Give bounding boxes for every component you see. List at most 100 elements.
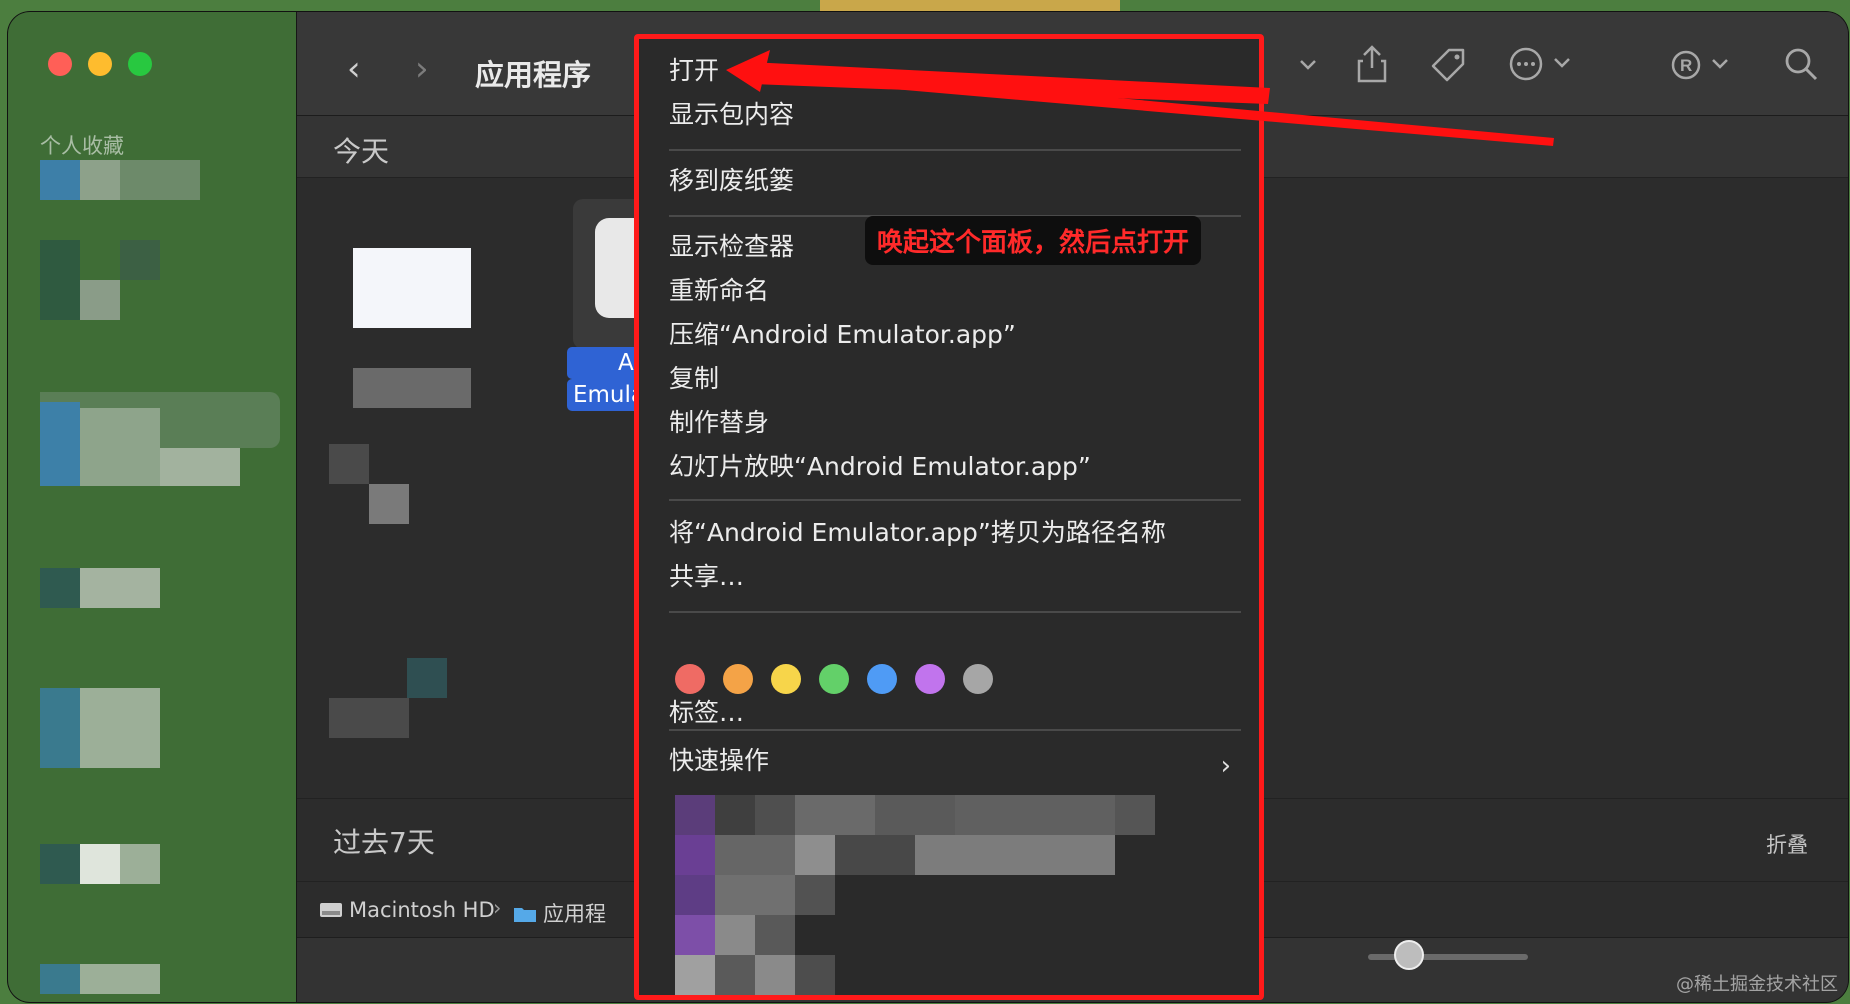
extension-r-icon[interactable]: R <box>1671 48 1737 87</box>
back-button[interactable]: ‹ <box>347 52 361 86</box>
zoom-window-button[interactable] <box>128 52 152 76</box>
path-separator: › <box>493 896 502 920</box>
watermark: @稀土掘金技术社区 <box>1676 974 1838 995</box>
annotation-label: 唤起这个面板，然后点打开 <box>865 216 1202 265</box>
quick-action-item-pixelated[interactable] <box>795 835 835 875</box>
more-actions-icon[interactable] <box>1509 46 1579 87</box>
quick-action-item-pixelated[interactable] <box>715 955 755 995</box>
section-label-today: 今天 <box>333 135 390 168</box>
icon-size-slider-knob[interactable] <box>1394 940 1424 970</box>
tag-color-blue[interactable] <box>867 664 897 694</box>
menu-item-show-package-contents[interactable]: 显示包内容 <box>669 99 794 131</box>
window-title: 应用程序 <box>475 58 592 92</box>
menu-item-copy-as-pathname[interactable]: 将“Android Emulator.app”拷贝为路径名称 <box>669 517 1166 549</box>
context-menu: 打开 显示包内容 移到废纸篓 显示检查器 重新命名 压缩“Android Emu… <box>634 34 1264 1000</box>
menu-item-quick-actions[interactable]: 快速操作 <box>669 745 769 777</box>
sidebar-item-pixelated[interactable] <box>80 408 160 486</box>
collapse-button[interactable]: 折叠 <box>1766 829 1808 859</box>
menu-item-make-alias[interactable]: 制作替身 <box>669 407 769 439</box>
file-thumbnail-pixelated[interactable] <box>353 248 471 328</box>
menu-item-move-to-trash[interactable]: 移到废纸篓 <box>669 165 794 197</box>
menu-item-slideshow[interactable]: 幻灯片放映“Android Emulator.app” <box>669 451 1091 483</box>
path-item-volume-label: Macintosh HD <box>349 898 495 922</box>
minimize-window-button[interactable] <box>88 52 112 76</box>
quick-action-item-pixelated[interactable] <box>755 955 795 995</box>
sidebar-item-pixelated[interactable] <box>120 240 160 280</box>
view-options-chevron-icon[interactable] <box>1297 52 1319 80</box>
file-label-pixelated <box>353 368 471 408</box>
tag-color-red[interactable] <box>675 664 705 694</box>
tag-color-purple[interactable] <box>915 664 945 694</box>
sidebar: 个人收藏 <box>8 12 296 1002</box>
section-label-past-7-days: 过去7天 <box>333 826 435 859</box>
sidebar-item-pixelated[interactable] <box>120 160 200 200</box>
forward-button[interactable]: › <box>415 52 429 86</box>
quick-action-item-pixelated[interactable] <box>715 875 795 915</box>
file-thumbnail-pixelated[interactable] <box>329 698 409 738</box>
sidebar-item-pixelated[interactable] <box>80 844 120 884</box>
wallpaper-strip <box>820 0 1120 12</box>
svg-text:R: R <box>1680 56 1692 75</box>
tag-color-green[interactable] <box>819 664 849 694</box>
quick-action-item-pixelated[interactable] <box>715 795 755 835</box>
sidebar-item-pixelated[interactable] <box>80 280 120 320</box>
sidebar-item-pixelated[interactable] <box>40 688 80 768</box>
tag-color-yellow[interactable] <box>771 664 801 694</box>
quick-action-item-pixelated[interactable] <box>675 955 715 995</box>
tag-icon[interactable] <box>1429 46 1469 91</box>
quick-action-item-pixelated[interactable] <box>835 835 915 875</box>
menu-item-share[interactable]: 共享… <box>669 561 744 593</box>
quick-action-item-pixelated[interactable] <box>955 795 1115 835</box>
quick-action-item-pixelated[interactable] <box>915 835 1115 875</box>
menu-separator <box>669 499 1241 501</box>
share-icon[interactable] <box>1355 44 1389 89</box>
quick-action-item-pixelated[interactable] <box>875 795 955 835</box>
sidebar-item-pixelated[interactable] <box>40 160 80 200</box>
quick-action-item-pixelated[interactable] <box>675 915 715 955</box>
file-thumbnail-pixelated[interactable] <box>407 658 447 698</box>
menu-item-compress[interactable]: 压缩“Android Emulator.app” <box>669 319 1016 351</box>
search-icon[interactable] <box>1783 46 1819 87</box>
hard-drive-icon <box>320 903 342 917</box>
sidebar-item-pixelated[interactable] <box>40 844 80 884</box>
sidebar-item-pixelated[interactable] <box>120 844 160 884</box>
tag-color-orange[interactable] <box>723 664 753 694</box>
quick-action-item-pixelated[interactable] <box>715 915 755 955</box>
folder-icon <box>514 908 536 922</box>
file-thumbnail-pixelated[interactable] <box>329 444 369 484</box>
icon-size-slider-track[interactable] <box>1368 954 1528 960</box>
menu-item-rename[interactable]: 重新命名 <box>669 275 769 307</box>
sidebar-item-pixelated[interactable] <box>80 688 160 768</box>
menu-separator <box>669 611 1241 613</box>
quick-action-item-pixelated[interactable] <box>795 875 835 915</box>
quick-action-item-pixelated[interactable] <box>675 835 715 875</box>
sidebar-item-pixelated[interactable] <box>160 448 240 486</box>
quick-action-item-pixelated[interactable] <box>755 795 795 835</box>
quick-action-item-pixelated[interactable] <box>675 795 715 835</box>
quick-action-item-pixelated[interactable] <box>1115 795 1155 835</box>
tag-color-gray[interactable] <box>963 664 993 694</box>
quick-action-item-pixelated[interactable] <box>755 915 795 955</box>
sidebar-item-pixelated[interactable] <box>80 568 160 608</box>
path-item-volume[interactable]: Macintosh HD <box>319 898 495 922</box>
menu-separator <box>669 729 1241 731</box>
quick-action-item-pixelated[interactable] <box>795 795 875 835</box>
path-item-folder[interactable]: 应用程 <box>513 898 606 928</box>
sidebar-item-pixelated[interactable] <box>40 402 80 486</box>
menu-item-duplicate[interactable]: 复制 <box>669 363 719 395</box>
sidebar-item-pixelated[interactable] <box>40 964 80 994</box>
file-thumbnail-pixelated[interactable] <box>369 484 409 524</box>
submenu-chevron-icon: › <box>1220 751 1231 781</box>
menu-item-tags[interactable]: 标签… <box>669 697 744 729</box>
sidebar-item-pixelated[interactable] <box>40 568 80 608</box>
quick-action-item-pixelated[interactable] <box>795 955 835 995</box>
quick-action-item-pixelated[interactable] <box>715 835 795 875</box>
menu-item-get-info[interactable]: 显示检查器 <box>669 231 794 263</box>
sidebar-item-pixelated[interactable] <box>80 964 160 994</box>
menu-item-open[interactable]: 打开 <box>669 55 719 87</box>
path-item-folder-label: 应用程 <box>543 902 606 926</box>
close-window-button[interactable] <box>48 52 72 76</box>
quick-action-item-pixelated[interactable] <box>675 875 715 915</box>
sidebar-item-pixelated[interactable] <box>80 160 120 200</box>
sidebar-item-pixelated[interactable] <box>40 240 80 320</box>
